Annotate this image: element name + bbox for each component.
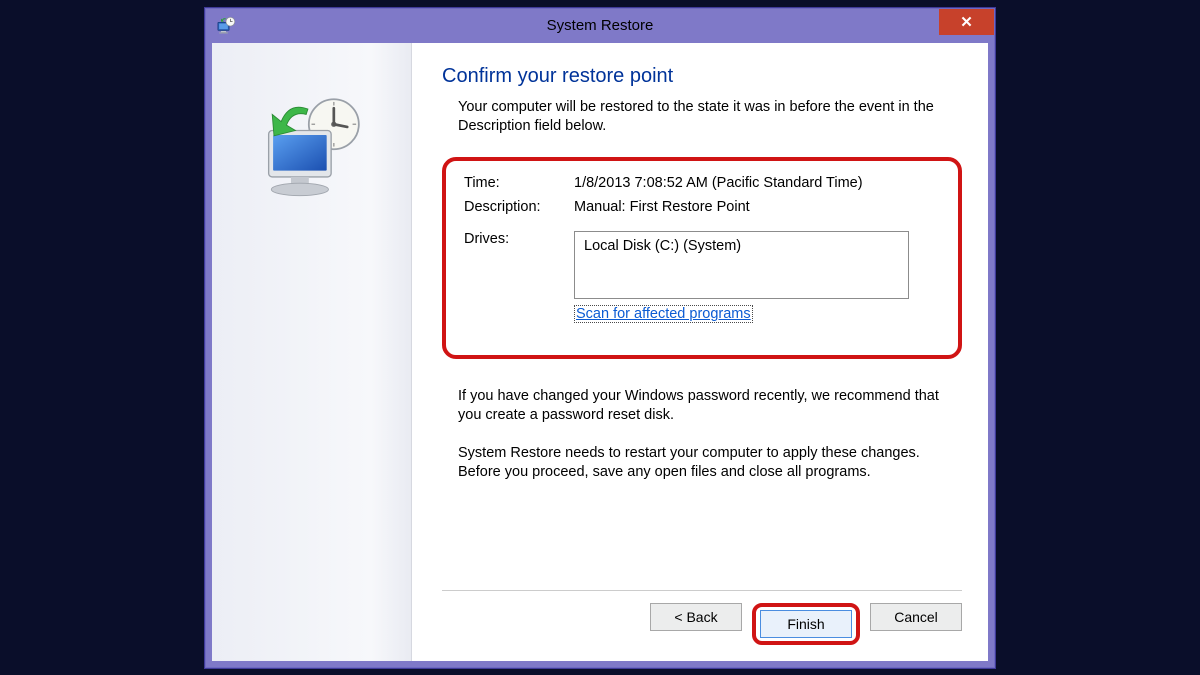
close-icon: ✕ <box>960 13 973 31</box>
wizard-main: Confirm your restore point Your computer… <box>412 43 988 661</box>
scan-affected-programs-link[interactable]: Scan for affected programs <box>574 305 753 323</box>
titlebar: System Restore ✕ <box>206 9 994 43</box>
drive-item: Local Disk (C:) (System) <box>584 238 741 254</box>
back-button[interactable]: < Back <box>650 603 742 631</box>
window-title: System Restore <box>206 17 994 34</box>
system-restore-window: System Restore ✕ <box>205 8 995 668</box>
drives-label: Drives: <box>464 231 574 247</box>
intro-text: Your computer will be restored to the st… <box>458 98 962 137</box>
close-button[interactable]: ✕ <box>939 9 994 35</box>
drives-row: Drives: Local Disk (C:) (System) Scan fo… <box>464 231 940 323</box>
restore-illustration-icon <box>249 93 374 218</box>
wizard-footer: < Back Finish Cancel <box>442 590 962 651</box>
finish-button[interactable]: Finish <box>760 610 852 638</box>
time-label: Time: <box>464 175 574 191</box>
time-row: Time: 1/8/2013 7:08:52 AM (Pacific Stand… <box>464 175 940 191</box>
wizard-sidebar <box>212 43 412 661</box>
system-restore-icon <box>216 16 236 36</box>
finish-highlight: Finish <box>752 603 860 645</box>
restart-note: System Restore needs to restart your com… <box>458 444 962 483</box>
password-note: If you have changed your Windows passwor… <box>458 387 962 426</box>
drives-listbox[interactable]: Local Disk (C:) (System) <box>574 231 909 299</box>
window-body: Confirm your restore point Your computer… <box>206 43 994 667</box>
page-heading: Confirm your restore point <box>442 65 962 88</box>
description-value: Manual: First Restore Point <box>574 199 940 215</box>
description-row: Description: Manual: First Restore Point <box>464 199 940 215</box>
restore-details-highlight: Time: 1/8/2013 7:08:52 AM (Pacific Stand… <box>442 157 962 359</box>
time-value: 1/8/2013 7:08:52 AM (Pacific Standard Ti… <box>574 175 940 191</box>
description-label: Description: <box>464 199 574 215</box>
cancel-button[interactable]: Cancel <box>870 603 962 631</box>
